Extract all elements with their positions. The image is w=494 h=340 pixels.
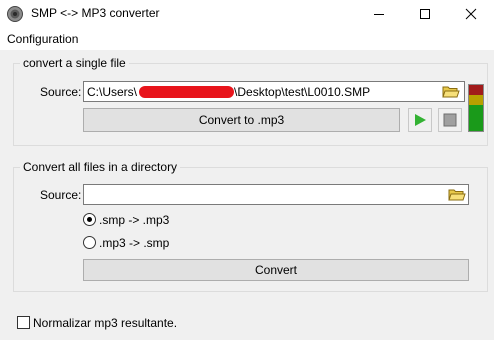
single-file-legend: convert a single file: [20, 56, 129, 70]
source-path-start: C:\Users\: [87, 85, 138, 99]
close-icon: [465, 8, 477, 20]
single-file-group: convert a single file: [13, 56, 488, 146]
level-meter-red: [469, 85, 483, 95]
directory-source-label: Source:: [40, 188, 82, 202]
folder-open-icon: [448, 189, 466, 201]
convert-to-mp3-button[interactable]: Convert to .mp3: [83, 108, 400, 132]
normalize-checkbox[interactable]: [17, 316, 30, 329]
play-icon: [415, 114, 426, 126]
title-bar: SMP <-> MP3 converter: [0, 0, 494, 28]
menu-configuration[interactable]: Configuration: [7, 32, 78, 46]
single-source-input[interactable]: C:\Users\ \Desktop\test\L0010.SMP: [83, 81, 465, 102]
directory-browse-button[interactable]: [447, 186, 467, 203]
directory-legend: Convert all files in a directory: [20, 160, 181, 174]
radio-smp-to-mp3-label[interactable]: .smp -> .mp3: [99, 213, 169, 227]
level-meter: [468, 84, 484, 132]
menu-bar: Configuration: [0, 28, 494, 50]
single-browse-button[interactable]: [441, 83, 461, 100]
redaction-mark: [139, 86, 235, 98]
minimize-icon: [374, 14, 384, 15]
single-source-label: Source:: [40, 85, 82, 99]
stop-button[interactable]: [438, 108, 462, 132]
close-button[interactable]: [448, 0, 494, 28]
radio-smp-to-mp3[interactable]: [83, 213, 96, 226]
window-title: SMP <-> MP3 converter: [31, 6, 160, 20]
level-meter-yellow: [469, 95, 483, 105]
stop-icon: [443, 113, 457, 127]
convert-directory-button[interactable]: Convert: [83, 259, 469, 281]
level-meter-green: [469, 105, 483, 131]
folder-open-icon: [442, 86, 460, 98]
radio-mp3-to-smp-label[interactable]: .mp3 -> .smp: [99, 236, 169, 250]
normalize-label[interactable]: Normalizar mp3 resultante.: [33, 316, 177, 330]
play-button[interactable]: [408, 108, 432, 132]
radio-selected-dot: [87, 217, 92, 222]
speaker-icon: [7, 6, 23, 22]
radio-mp3-to-smp[interactable]: [83, 236, 96, 249]
source-path-end: \Desktop\test\L0010.SMP: [234, 85, 371, 99]
directory-source-input[interactable]: [83, 184, 469, 205]
maximize-button[interactable]: [402, 0, 448, 28]
maximize-icon: [420, 9, 430, 19]
minimize-button[interactable]: [356, 0, 402, 28]
